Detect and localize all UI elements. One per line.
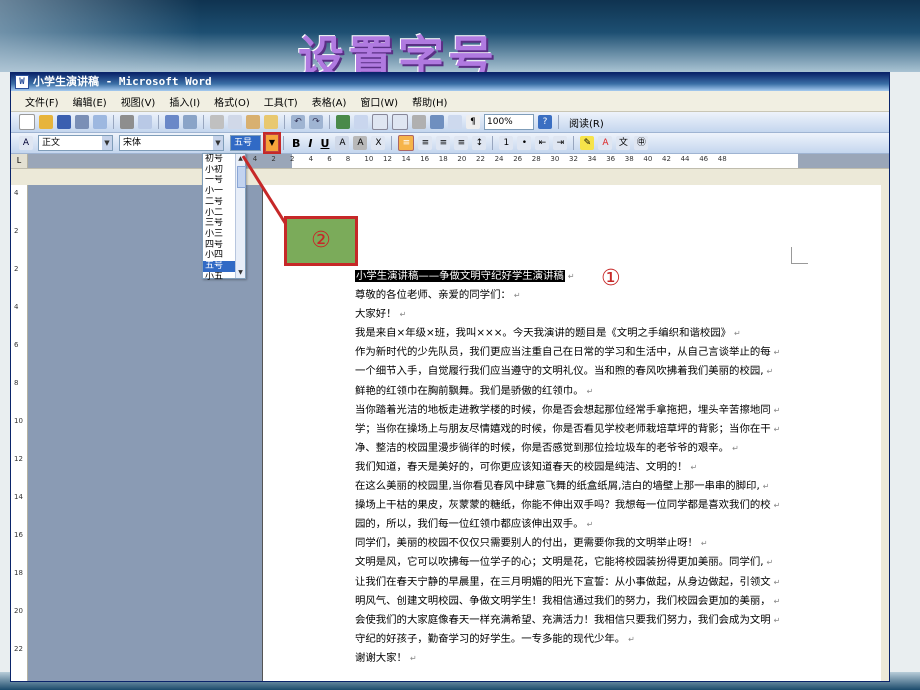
- callout-two: ②: [284, 216, 358, 266]
- callout-arrow-line: [241, 155, 289, 227]
- callout-one: ①: [601, 266, 621, 291]
- callout-arrow: [241, 155, 289, 227]
